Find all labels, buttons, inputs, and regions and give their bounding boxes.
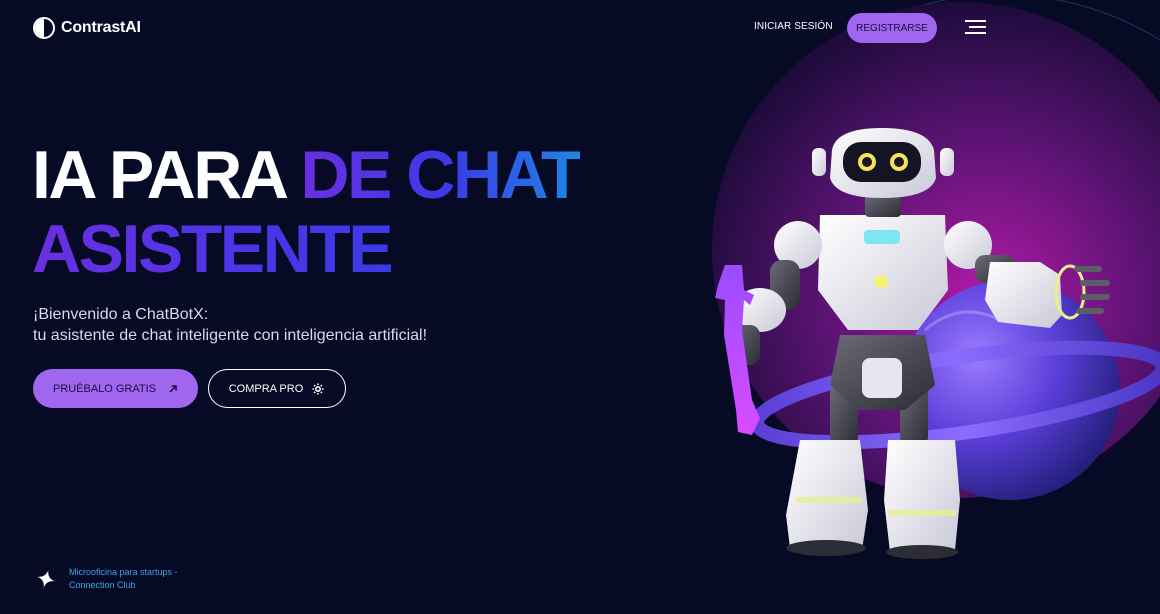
hamburger-menu-icon[interactable] bbox=[965, 20, 986, 35]
buy-pro-label: COMPRA PRO bbox=[228, 382, 304, 395]
sparkle-star-icon bbox=[37, 570, 55, 588]
headline-part-3: ASISTENTE bbox=[32, 211, 394, 287]
footnote-line-2: Connection Club bbox=[69, 580, 136, 590]
headline-part-1: IA PARA bbox=[32, 137, 301, 213]
footnote-line-1: Microoficina para startups - bbox=[69, 567, 178, 577]
try-free-label: PRUÉBALO GRATIS bbox=[52, 382, 157, 395]
arrow-up-right-icon bbox=[168, 384, 178, 394]
gear-icon bbox=[311, 382, 325, 396]
hero-headline: IA PARA DE CHAT ASISTENTE bbox=[32, 138, 672, 286]
footnote-link[interactable]: Microoficina para startups - Connection … bbox=[37, 566, 178, 592]
login-link[interactable]: INICIAR SESIÓN bbox=[754, 21, 833, 32]
try-free-button[interactable]: PRUÉBALO GRATIS bbox=[33, 369, 198, 408]
headline-part-2: DE CHAT bbox=[300, 137, 582, 213]
half-circle-icon bbox=[33, 17, 55, 39]
subtitle-line-1: ¡Bienvenido a ChatBotX: bbox=[33, 306, 209, 323]
subtitle-line-2: tu asistente de chat inteligente con int… bbox=[33, 327, 428, 344]
register-button[interactable]: REGISTRARSE bbox=[847, 13, 937, 43]
footnote-text[interactable]: Microoficina para startups - Connection … bbox=[69, 566, 178, 592]
hero-subtitle: ¡Bienvenido a ChatBotX: tu asistente de … bbox=[33, 304, 427, 346]
brand-name: ContrastAI bbox=[61, 19, 141, 36]
landing-page: ContrastAI INICIAR SESIÓN REGISTRARSE IA… bbox=[0, 0, 1160, 614]
buy-pro-button[interactable]: COMPRA PRO bbox=[208, 369, 346, 408]
brand-logo[interactable]: ContrastAI bbox=[33, 17, 141, 39]
